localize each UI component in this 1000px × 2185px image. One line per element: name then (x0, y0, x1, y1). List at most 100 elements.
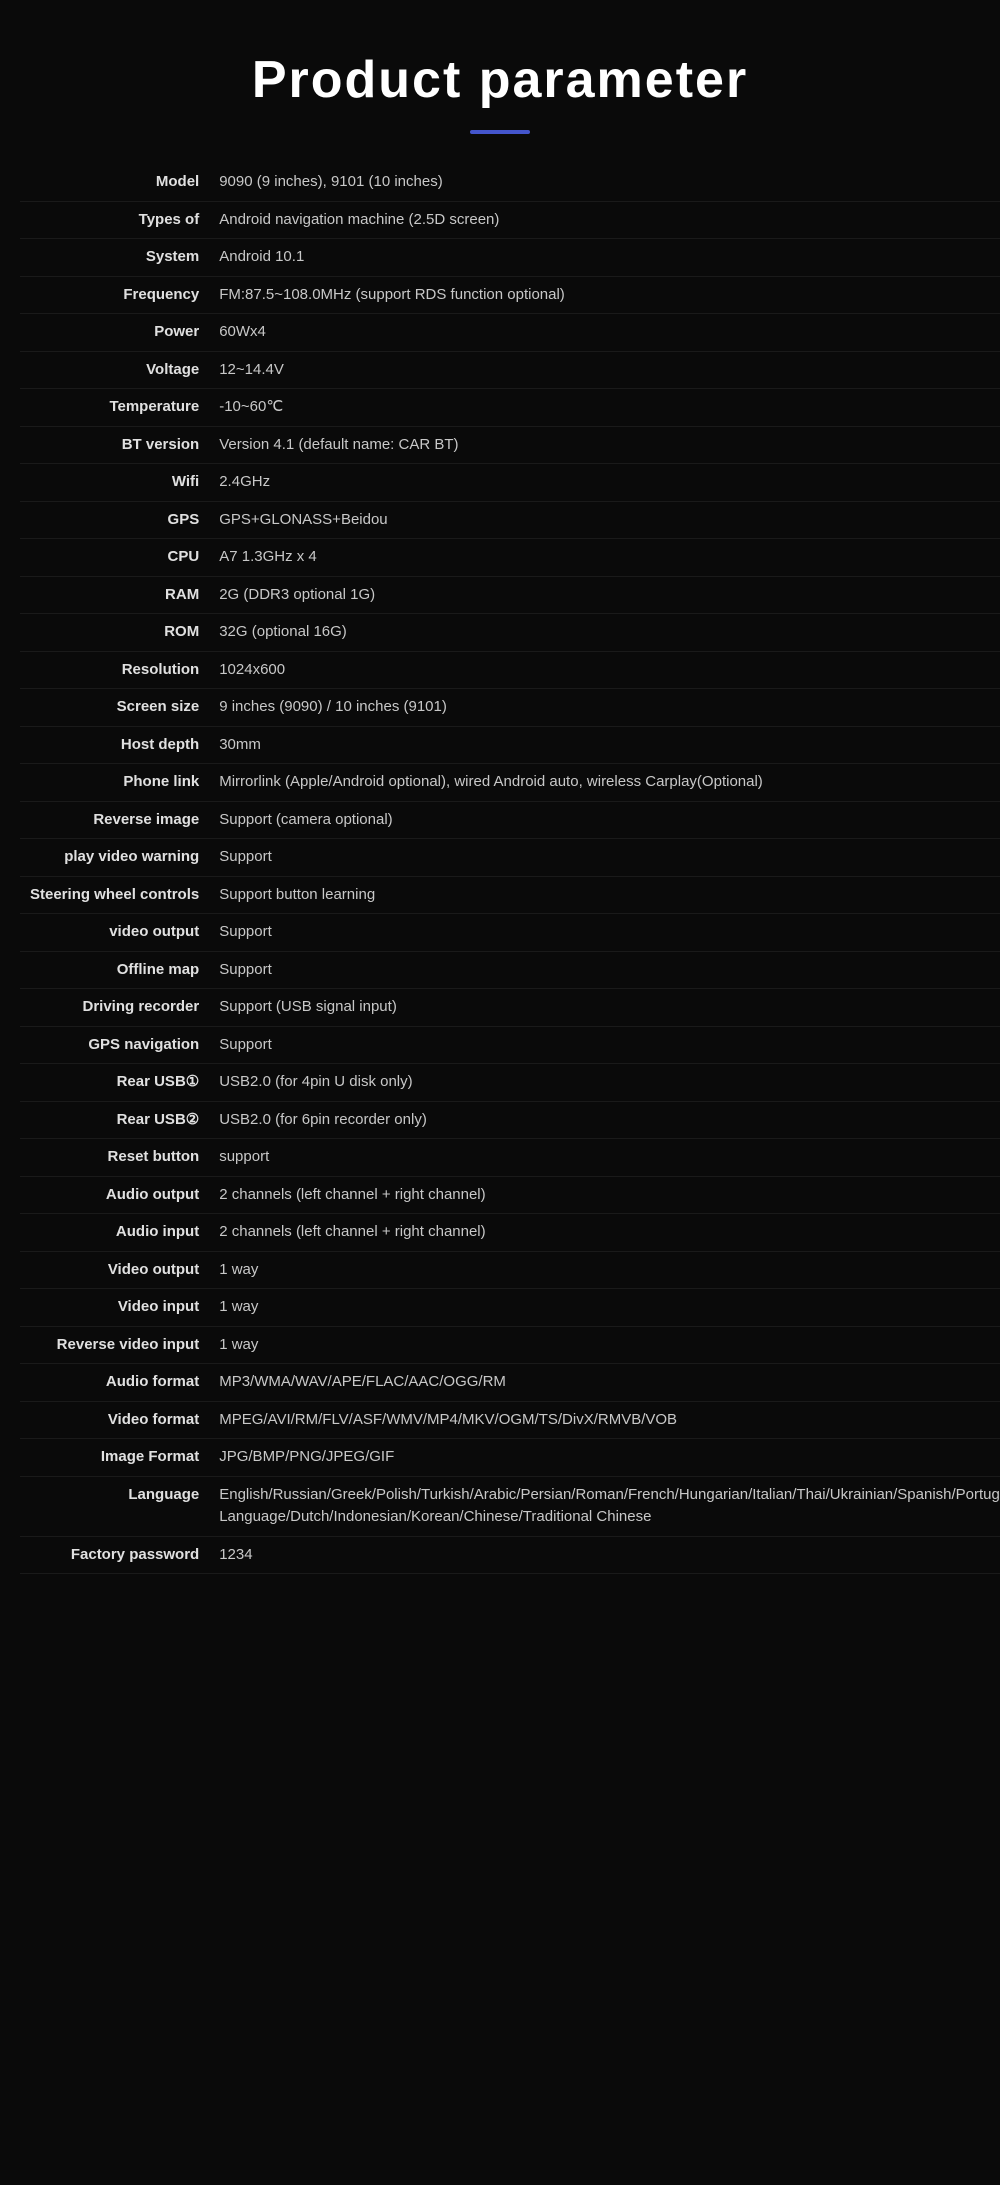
param-label: CPU (20, 539, 209, 577)
table-row: Reverse imageSupport (camera optional) (20, 801, 1000, 839)
param-label: RAM (20, 576, 209, 614)
param-label: Reverse image (20, 801, 209, 839)
table-row: FrequencyFM:87.5~108.0MHz (support RDS f… (20, 276, 1000, 314)
param-value: 32G (optional 16G) (209, 614, 1000, 652)
param-value: 2G (DDR3 optional 1G) (209, 576, 1000, 614)
param-value: Support button learning (209, 876, 1000, 914)
table-row: Audio output2 channels (left channel + r… (20, 1176, 1000, 1214)
table-row: Phone linkMirrorlink (Apple/Android opti… (20, 764, 1000, 802)
table-row: ROM32G (optional 16G) (20, 614, 1000, 652)
param-label: Resolution (20, 651, 209, 689)
param-value: -10~60℃ (209, 389, 1000, 427)
page-container: Product parameter Model9090 (9 inches), … (0, 0, 1000, 1614)
param-value: Support (209, 951, 1000, 989)
table-row: Model9090 (9 inches), 9101 (10 inches) (20, 164, 1000, 201)
param-value: Support (209, 1026, 1000, 1064)
param-value: MPEG/AVI/RM/FLV/ASF/WMV/MP4/MKV/OGM/TS/D… (209, 1401, 1000, 1439)
param-label: Driving recorder (20, 989, 209, 1027)
table-row: Reset buttonsupport (20, 1139, 1000, 1177)
param-value: FM:87.5~108.0MHz (support RDS function o… (209, 276, 1000, 314)
table-row: Rear USB①USB2.0 (for 4pin U disk only) (20, 1064, 1000, 1102)
param-label: Audio format (20, 1364, 209, 1402)
param-label: ROM (20, 614, 209, 652)
table-row: Voltage12~14.4V (20, 351, 1000, 389)
table-row: Reverse video input1 way (20, 1326, 1000, 1364)
table-row: GPSGPS+GLONASS+Beidou (20, 501, 1000, 539)
param-label: Types of (20, 201, 209, 239)
param-label: Screen size (20, 689, 209, 727)
param-value: USB2.0 (for 6pin recorder only) (209, 1101, 1000, 1139)
param-label: Rear USB② (20, 1101, 209, 1139)
param-value: 1 way (209, 1251, 1000, 1289)
table-row: Types ofAndroid navigation machine (2.5D… (20, 201, 1000, 239)
param-label: Reset button (20, 1139, 209, 1177)
table-row: Image FormatJPG/BMP/PNG/JPEG/GIF (20, 1439, 1000, 1477)
param-value: 1 way (209, 1326, 1000, 1364)
param-label: video output (20, 914, 209, 952)
title-underline-bar (470, 130, 530, 134)
param-value: English/Russian/Greek/Polish/Turkish/Ara… (209, 1476, 1000, 1536)
param-label: Wifi (20, 464, 209, 502)
param-value: 2 channels (left channel + right channel… (209, 1214, 1000, 1252)
table-row: CPUA7 1.3GHz x 4 (20, 539, 1000, 577)
table-row: Screen size9 inches (9090) / 10 inches (… (20, 689, 1000, 727)
param-value: support (209, 1139, 1000, 1177)
table-row: Video output1 way (20, 1251, 1000, 1289)
param-value: Support (USB signal input) (209, 989, 1000, 1027)
param-value: Support (camera optional) (209, 801, 1000, 839)
param-label: BT version (20, 426, 209, 464)
param-value: Version 4.1 (default name: CAR BT) (209, 426, 1000, 464)
param-value: 2 channels (left channel + right channel… (209, 1176, 1000, 1214)
table-row: BT versionVersion 4.1 (default name: CAR… (20, 426, 1000, 464)
param-value: 12~14.4V (209, 351, 1000, 389)
param-value: 2.4GHz (209, 464, 1000, 502)
table-row: Power60Wx4 (20, 314, 1000, 352)
table-row: Factory password1234 (20, 1536, 1000, 1574)
param-label: Model (20, 164, 209, 201)
table-row: Offline mapSupport (20, 951, 1000, 989)
param-label: play video warning (20, 839, 209, 877)
param-label: Audio output (20, 1176, 209, 1214)
param-label: Factory password (20, 1536, 209, 1574)
title-underline-container (20, 130, 980, 134)
param-label: Phone link (20, 764, 209, 802)
param-value: JPG/BMP/PNG/JPEG/GIF (209, 1439, 1000, 1477)
param-label: Video input (20, 1289, 209, 1327)
param-label: GPS (20, 501, 209, 539)
param-value: 1024x600 (209, 651, 1000, 689)
param-value: Support (209, 839, 1000, 877)
table-row: video outputSupport (20, 914, 1000, 952)
table-row: Host depth30mm (20, 726, 1000, 764)
table-row: Video formatMPEG/AVI/RM/FLV/ASF/WMV/MP4/… (20, 1401, 1000, 1439)
param-label: Frequency (20, 276, 209, 314)
param-value: Android navigation machine (2.5D screen) (209, 201, 1000, 239)
param-label: Image Format (20, 1439, 209, 1477)
table-row: play video warningSupport (20, 839, 1000, 877)
param-value: Support (209, 914, 1000, 952)
table-row: Video input1 way (20, 1289, 1000, 1327)
param-value: MP3/WMA/WAV/APE/FLAC/AAC/OGG/RM (209, 1364, 1000, 1402)
table-row: Audio input2 channels (left channel + ri… (20, 1214, 1000, 1252)
param-label: Offline map (20, 951, 209, 989)
table-row: Driving recorderSupport (USB signal inpu… (20, 989, 1000, 1027)
param-value: Mirrorlink (Apple/Android optional), wir… (209, 764, 1000, 802)
param-label: System (20, 239, 209, 277)
param-value: 30mm (209, 726, 1000, 764)
param-value: USB2.0 (for 4pin U disk only) (209, 1064, 1000, 1102)
param-value: 1 way (209, 1289, 1000, 1327)
table-row: RAM2G (DDR3 optional 1G) (20, 576, 1000, 614)
table-row: Wifi2.4GHz (20, 464, 1000, 502)
param-value: 1234 (209, 1536, 1000, 1574)
param-label: Rear USB① (20, 1064, 209, 1102)
page-title: Product parameter (20, 20, 980, 130)
param-label: Video format (20, 1401, 209, 1439)
param-label: Steering wheel controls (20, 876, 209, 914)
param-label: Voltage (20, 351, 209, 389)
table-row: Temperature-10~60℃ (20, 389, 1000, 427)
param-label: GPS navigation (20, 1026, 209, 1064)
table-row: Steering wheel controlsSupport button le… (20, 876, 1000, 914)
param-value: 9090 (9 inches), 9101 (10 inches) (209, 164, 1000, 201)
param-label: Video output (20, 1251, 209, 1289)
table-row: Resolution1024x600 (20, 651, 1000, 689)
param-value: Android 10.1 (209, 239, 1000, 277)
